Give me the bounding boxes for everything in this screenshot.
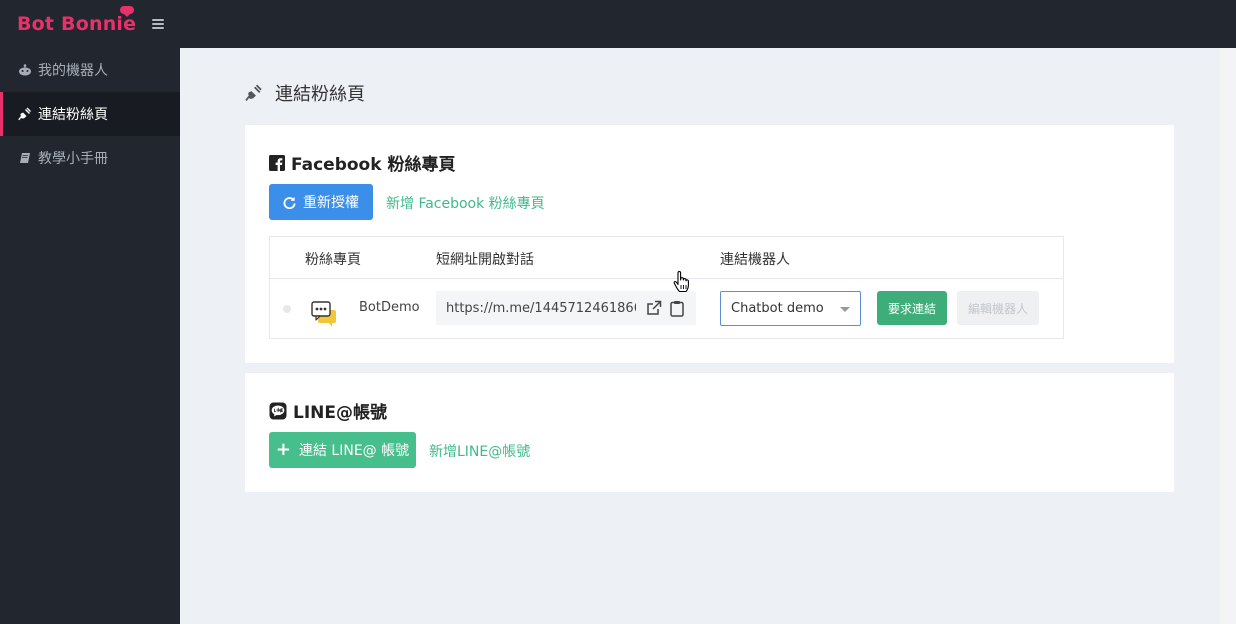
menu-toggle-icon[interactable] — [152, 19, 164, 29]
connect-line-button[interactable]: + 連結 LINE@ 帳號 — [269, 432, 416, 468]
column-header-page: 粉絲專頁 — [305, 252, 361, 268]
facebook-icon — [269, 154, 285, 171]
brand-logo[interactable]: Bot Bonnie — [17, 6, 137, 35]
bot-select-value: Chatbot demo — [731, 301, 824, 316]
reauthorize-button[interactable]: 重新授權 — [269, 184, 373, 220]
plus-icon: + — [275, 439, 291, 460]
top-bar — [180, 0, 1236, 48]
sidebar-item-my-bots[interactable]: 我的機器人 — [0, 48, 180, 92]
page-title: 連結粉絲頁 — [245, 80, 365, 106]
page-avatar-icon — [311, 300, 337, 328]
clipboard-icon[interactable] — [670, 300, 684, 317]
add-line-account-link[interactable]: 新增LINE@帳號 — [429, 441, 530, 461]
chevron-down-icon — [840, 307, 850, 312]
page-title-text: 連結粉絲頁 — [275, 84, 365, 105]
column-header-bot: 連結機器人 — [720, 252, 790, 268]
table-row: BotDemo https://m.me/144571246186681 Cha… — [270, 278, 1063, 338]
line-card-title: LINE@帳號 — [269, 398, 387, 423]
book-icon — [18, 151, 32, 165]
brand-bar: Bot Bonnie — [0, 0, 180, 48]
scrollbar[interactable] — [1220, 48, 1236, 624]
logo-bubble-icon — [120, 6, 135, 17]
facebook-card-title-text: Facebook 粉絲專頁 — [291, 155, 456, 175]
sidebar: Bot Bonnie 我的機器人 連結粉絲頁 教學小手冊 — [0, 0, 180, 624]
robot-icon — [18, 63, 32, 77]
line-icon — [269, 402, 287, 420]
external-link-icon[interactable] — [646, 300, 662, 316]
brand-name: Bot Bonnie — [17, 13, 137, 35]
sidebar-item-label: 連結粉絲頁 — [38, 107, 108, 123]
add-facebook-page-link[interactable]: 新增 Facebook 粉絲專頁 — [386, 193, 545, 213]
pages-table: 粉絲專頁 短網址開啟對話 連結機器人 BotDemo https://m.me/… — [269, 236, 1064, 339]
facebook-card: Facebook 粉絲專頁 重新授權 新增 Facebook 粉絲專頁 粉絲專頁… — [245, 125, 1174, 363]
request-connect-button[interactable]: 要求連結 — [877, 291, 947, 325]
plug-icon — [18, 107, 32, 121]
line-card: LINE@帳號 + 連結 LINE@ 帳號 新增LINE@帳號 — [245, 373, 1174, 492]
reauthorize-label: 重新授權 — [303, 195, 359, 211]
facebook-card-title: Facebook 粉絲專頁 — [269, 150, 455, 175]
plug-icon — [245, 84, 263, 102]
sidebar-item-tutorial[interactable]: 教學小手冊 — [0, 136, 180, 180]
sidebar-item-label: 教學小手冊 — [38, 151, 108, 167]
short-url-field[interactable]: https://m.me/144571246186681 — [436, 291, 696, 325]
bot-select[interactable]: Chatbot demo — [720, 291, 861, 326]
refresh-icon — [283, 196, 296, 209]
column-header-short-url: 短網址開啟對話 — [436, 252, 534, 268]
table-header: 粉絲專頁 短網址開啟對話 連結機器人 — [270, 237, 1063, 279]
sidebar-item-label: 我的機器人 — [38, 63, 108, 79]
status-dot — [283, 305, 291, 313]
line-card-title-text: LINE@帳號 — [293, 403, 387, 423]
connect-line-label: 連結 LINE@ 帳號 — [298, 443, 410, 459]
page-name: BotDemo — [359, 300, 420, 315]
edit-bot-button[interactable]: 編輯機器人 — [957, 291, 1039, 325]
sidebar-item-connect-pages[interactable]: 連結粉絲頁 — [0, 92, 180, 136]
short-url-text: https://m.me/144571246186681 — [446, 300, 636, 316]
